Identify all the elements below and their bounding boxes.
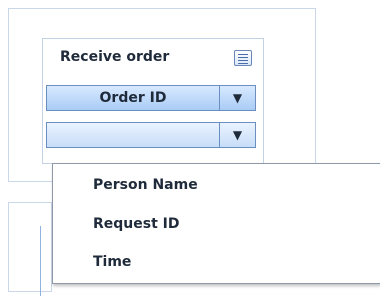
list-icon[interactable] [234, 50, 252, 66]
combo-value: Order ID [99, 90, 167, 106]
card-title: Receive order [60, 49, 170, 65]
menu-item-person-name[interactable]: Person Name [93, 177, 198, 193]
menu-item-time[interactable]: Time [93, 254, 131, 270]
combo-value [47, 123, 219, 147]
chevron-down-icon[interactable]: ▼ [220, 86, 255, 110]
divider [40, 226, 41, 296]
order-id-combo[interactable]: Order ID ▼ [46, 85, 256, 111]
menu-item-request-id[interactable]: Request ID [93, 216, 180, 232]
chevron-down-icon[interactable]: ▼ [220, 123, 255, 147]
outer-panel-lower [8, 202, 52, 292]
dropdown-menu: Person Name Request ID Time [52, 163, 380, 284]
filter-combo[interactable]: ▼ [46, 122, 256, 148]
